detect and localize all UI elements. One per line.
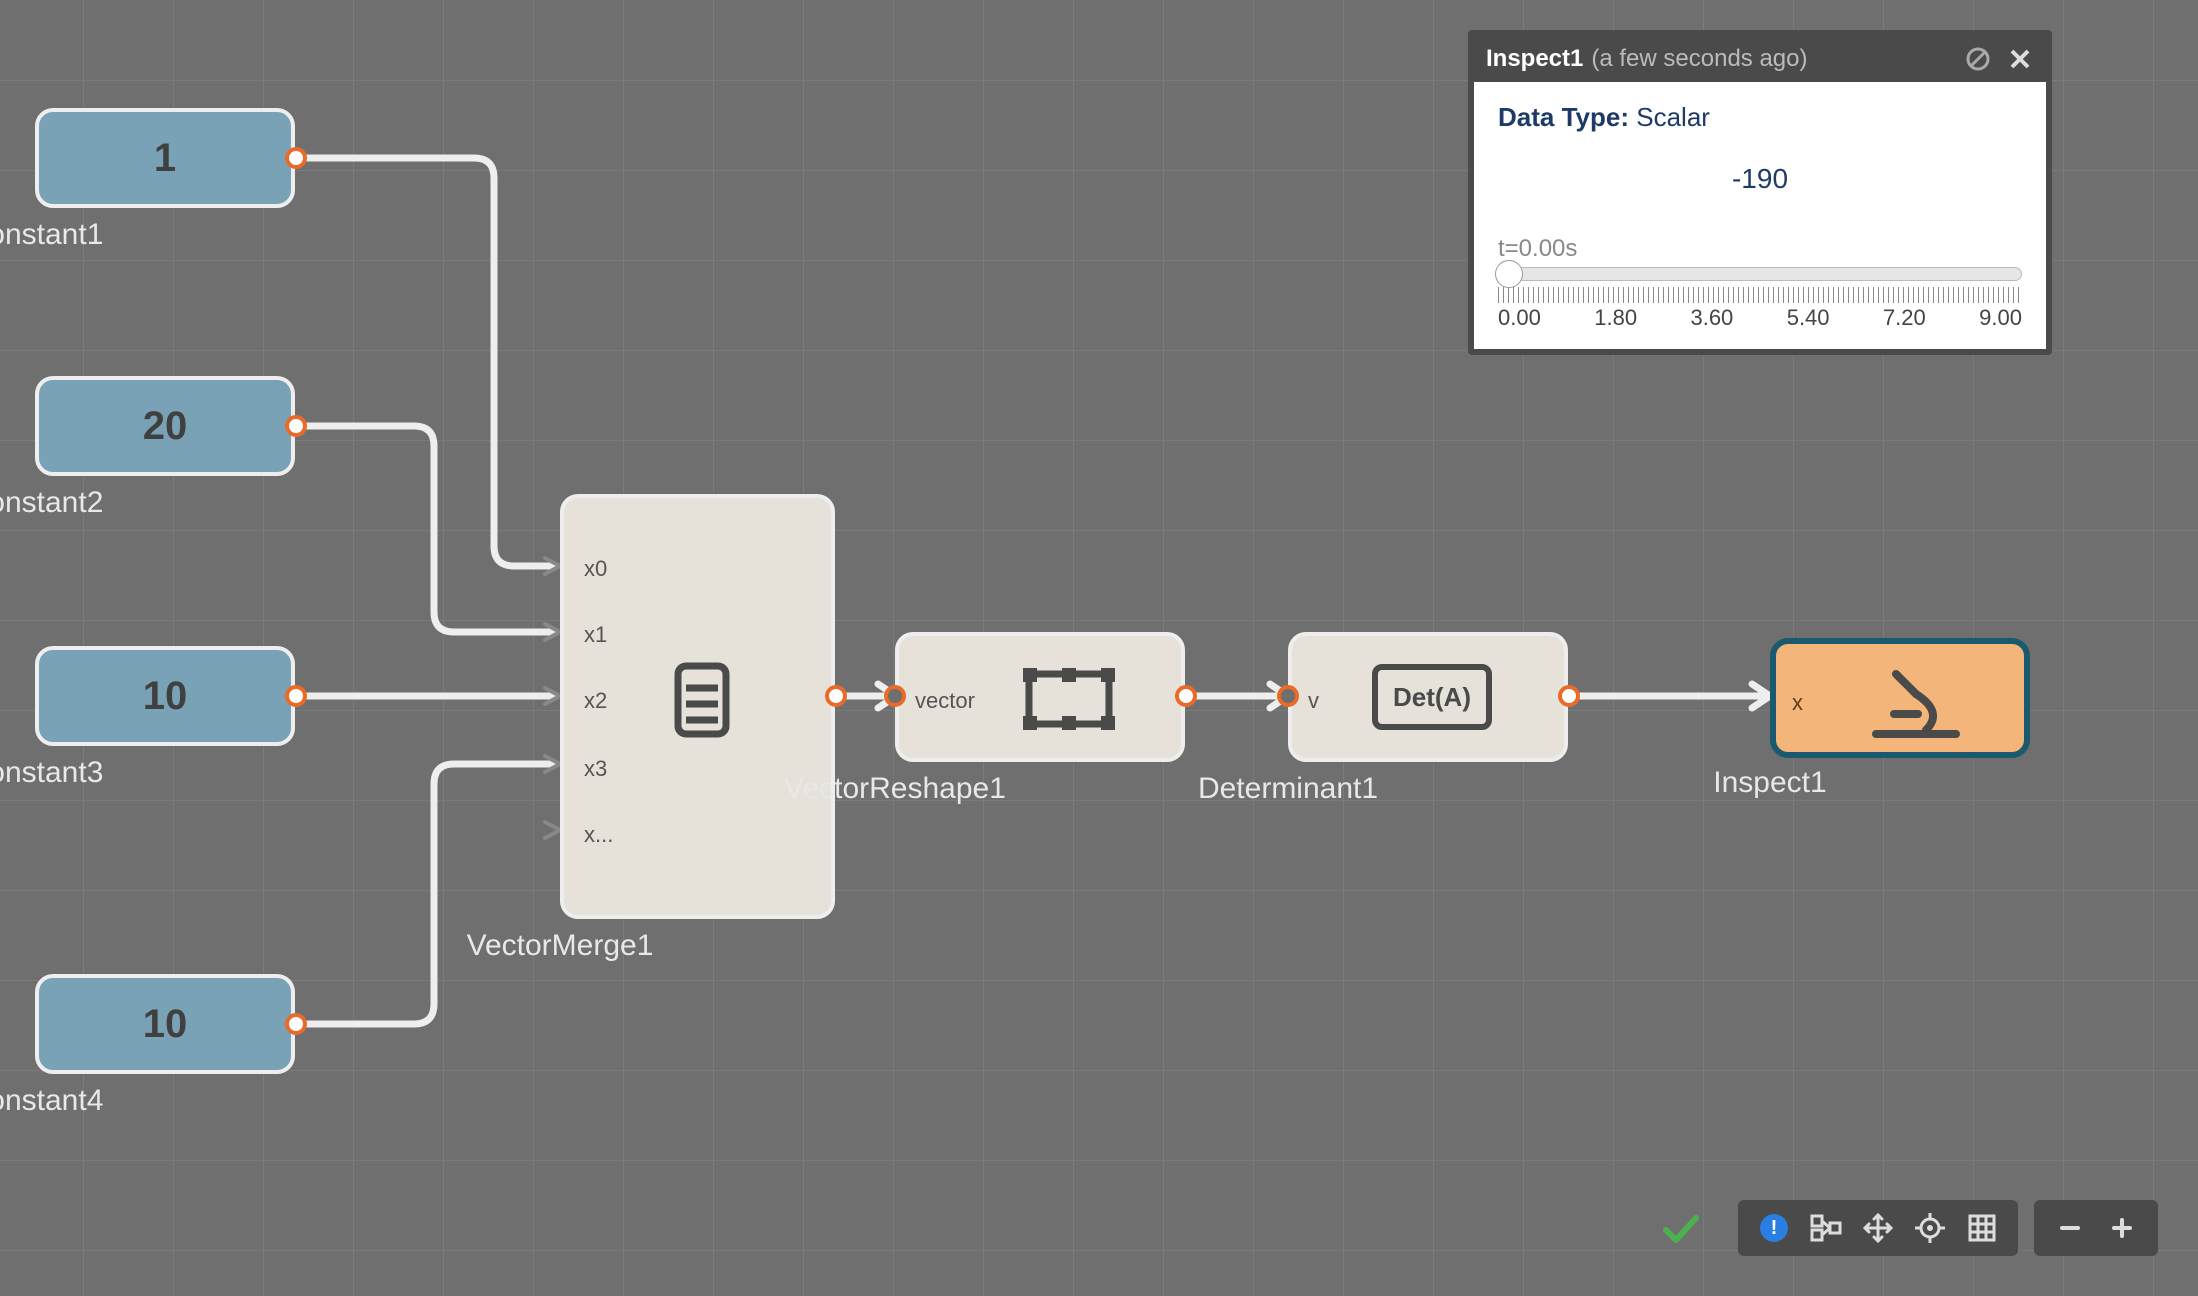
time-slider-tick-labels: 0.00 1.80 3.60 5.40 7.20 9.00 xyxy=(1498,305,2022,331)
det-port-in-label: v xyxy=(1308,688,1319,714)
inspect-panel[interactable]: Inspect1 (a few seconds ago) Data Type: … xyxy=(1468,30,2052,355)
inspect-panel-title: Inspect1 xyxy=(1486,45,1583,73)
vr-port-in-label: vector xyxy=(915,688,975,714)
constant4-value: 10 xyxy=(143,1002,188,1047)
vr-label: VectorReshape1 xyxy=(784,772,1006,806)
vm-port-x2-label: x2 xyxy=(584,688,607,714)
det-output-port[interactable] xyxy=(1558,685,1580,707)
constant1-output-port[interactable] xyxy=(285,147,307,169)
constant4-output-port[interactable] xyxy=(285,1013,307,1035)
time-slider-ticks xyxy=(1498,287,2022,303)
inspect-label: Inspect1 xyxy=(1713,766,1826,800)
status-ok-icon[interactable] xyxy=(1658,1206,1702,1250)
vm-port-x1-label: x1 xyxy=(584,622,607,648)
grid-button[interactable] xyxy=(1960,1206,2004,1250)
close-icon[interactable] xyxy=(2006,45,2034,73)
vm-port-x3-label: x3 xyxy=(584,756,607,782)
constant1-value: 1 xyxy=(154,136,176,181)
diagram-canvas[interactable]: 1 Constant1 20 Constant2 10 Constant3 10… xyxy=(0,0,2198,1296)
microscope-icon xyxy=(1866,662,1966,742)
constant2-value: 20 xyxy=(143,404,188,449)
constant1-label: Constant1 xyxy=(0,218,103,252)
inspect-panel-titlebar[interactable]: Inspect1 (a few seconds ago) xyxy=(1474,36,2046,82)
constant3-value: 10 xyxy=(143,674,188,719)
info-button[interactable]: ! xyxy=(1752,1206,1796,1250)
det-label: Determinant1 xyxy=(1198,772,1378,806)
toolbar-group-actions: ! xyxy=(1738,1200,2018,1256)
vm-port-xmore-label: x... xyxy=(584,822,613,848)
layout-button[interactable] xyxy=(1804,1206,1848,1250)
reshape-icon xyxy=(1019,664,1119,734)
inspect-panel-age: (a few seconds ago) xyxy=(1591,45,1807,73)
inspect-value: -190 xyxy=(1498,163,2022,195)
vm-output-port[interactable] xyxy=(825,685,847,707)
det-input-port[interactable] xyxy=(1277,685,1299,707)
disable-icon[interactable] xyxy=(1964,45,1992,73)
time-slider-thumb[interactable] xyxy=(1495,260,1523,288)
vm-label: VectorMerge1 xyxy=(467,929,654,963)
center-button[interactable] xyxy=(1908,1206,1952,1250)
vr-output-port[interactable] xyxy=(1175,685,1197,707)
zoom-out-button[interactable] xyxy=(2048,1206,2092,1250)
vr-input-port[interactable] xyxy=(884,685,906,707)
vm-port-x0-label: x0 xyxy=(584,556,607,582)
stack-icon xyxy=(672,660,732,740)
move-button[interactable] xyxy=(1856,1206,1900,1250)
inspect-port-in-label: x xyxy=(1792,690,1803,716)
inspect-datatype: Data Type: Scalar xyxy=(1498,102,2022,133)
time-slider[interactable] xyxy=(1498,267,2022,281)
toolbar-group-zoom xyxy=(2034,1200,2158,1256)
determinant-badge: Det(A) xyxy=(1372,664,1492,730)
constant2-label: Constant2 xyxy=(0,486,103,520)
constant3-label: Constant3 xyxy=(0,756,103,790)
canvas-toolbar: ! xyxy=(1658,1200,2158,1256)
constant3-output-port[interactable] xyxy=(285,685,307,707)
zoom-in-button[interactable] xyxy=(2100,1206,2144,1250)
constant2-output-port[interactable] xyxy=(285,415,307,437)
inspect-time-label: t=0.00s xyxy=(1498,235,2022,263)
constant4-label: Constant4 xyxy=(0,1084,103,1118)
